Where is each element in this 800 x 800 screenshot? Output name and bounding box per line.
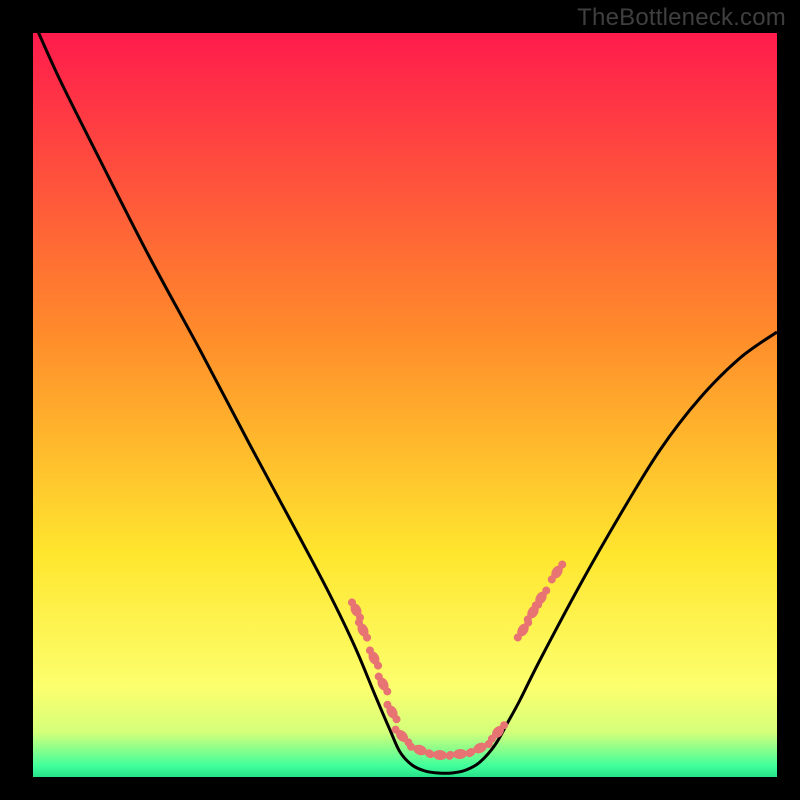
bottleneck-chart xyxy=(0,0,800,800)
plot-background xyxy=(33,33,777,777)
chart-stage: TheBottleneck.com xyxy=(0,0,800,800)
